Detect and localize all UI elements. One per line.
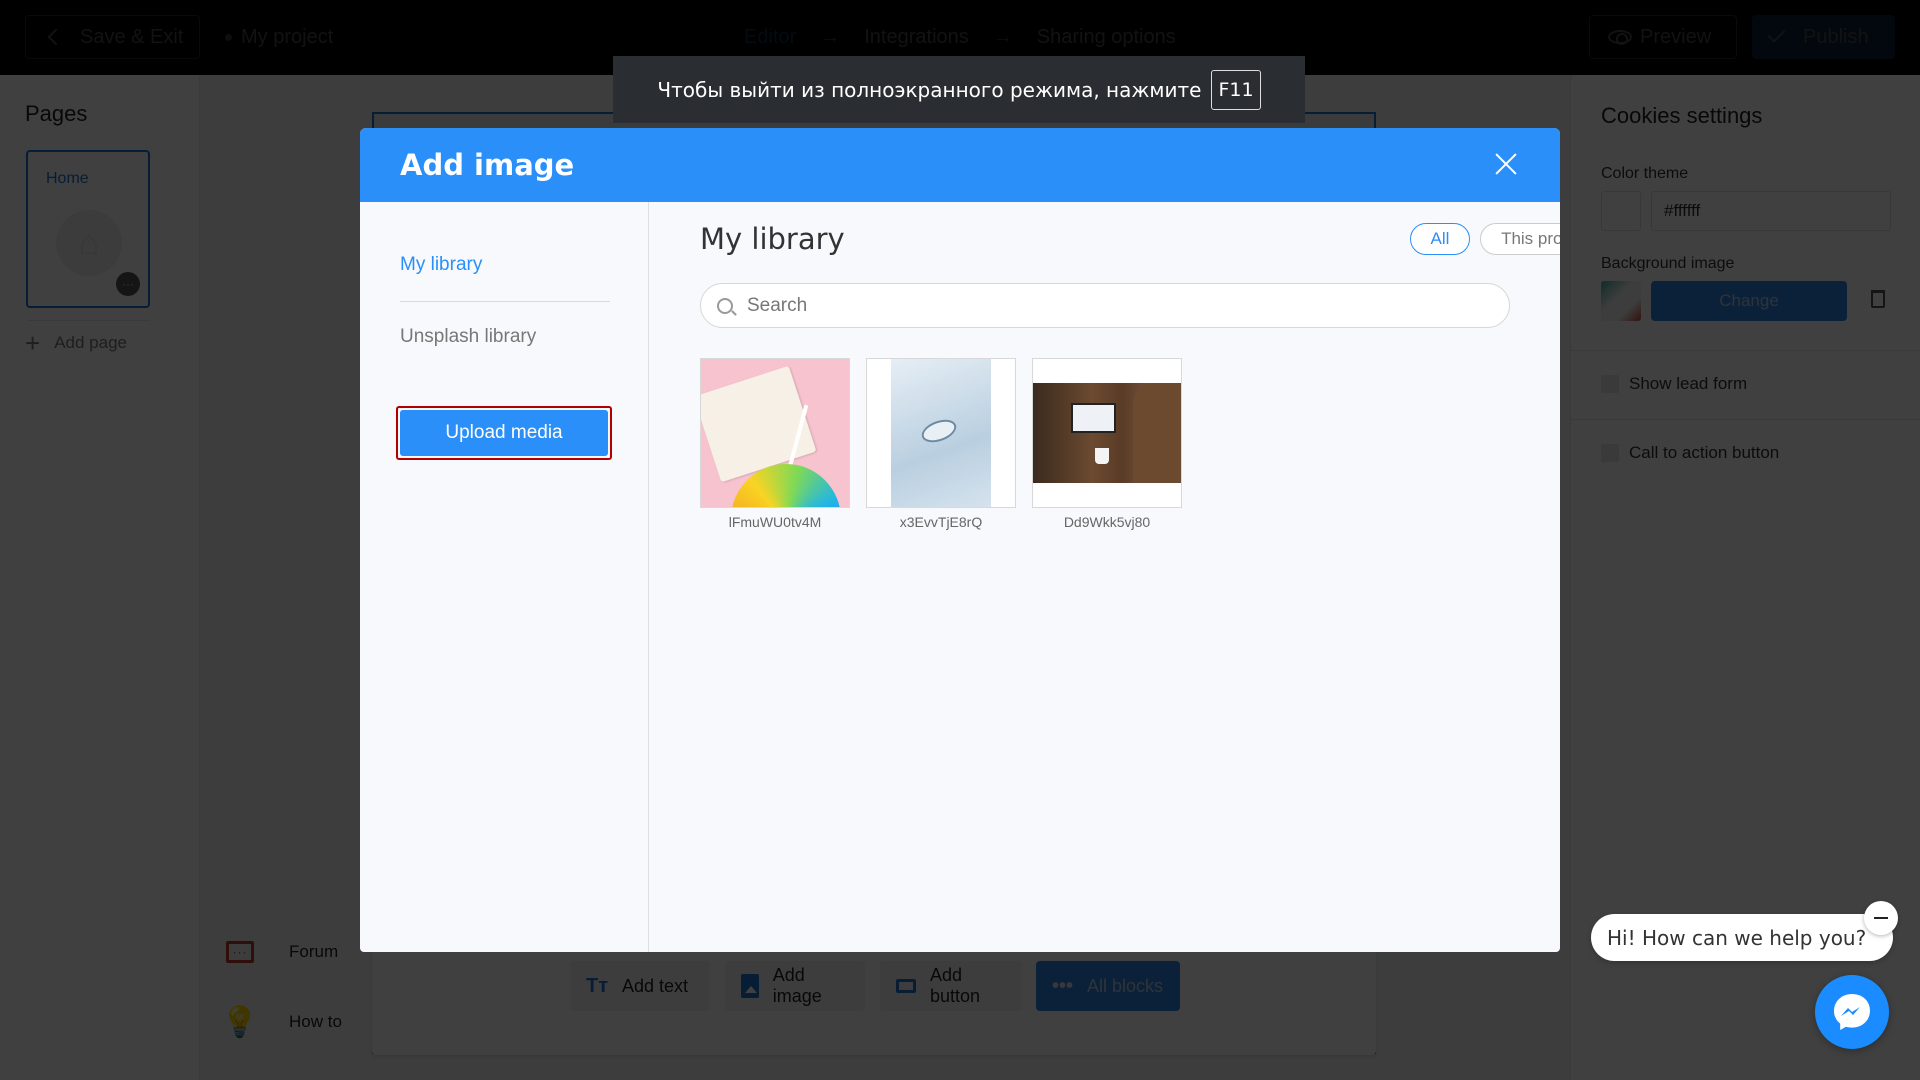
dialog-sidebar: My library Unsplash library Upload media: [360, 202, 649, 952]
image-name: Dd9Wkk5vj80: [1063, 514, 1151, 530]
image-grid: lFmuWU0tv4M x3EvvTjE8rQ Dd9Wkk5vj80: [700, 358, 1182, 530]
library-content: My library All This project lFmuWU0tv4M …: [650, 202, 1560, 952]
filter-this-project[interactable]: This project: [1480, 223, 1560, 255]
search-icon: [717, 297, 733, 314]
sidebar-item-unsplash-library[interactable]: Unsplash library: [400, 326, 536, 348]
add-image-dialog: Add image My library Unsplash library Up…: [360, 128, 1560, 952]
chat-greeting-bubble[interactable]: Hi! How can we help you?: [1591, 914, 1893, 961]
close-icon[interactable]: [1490, 148, 1522, 180]
upload-media-highlight: Upload media: [396, 406, 612, 460]
image-thumbnail: [866, 358, 1016, 508]
image-name: lFmuWU0tv4M: [728, 514, 822, 530]
dialog-title: Add image: [400, 148, 575, 182]
image-thumbnail: [1032, 358, 1182, 508]
image-tile[interactable]: Dd9Wkk5vj80: [1032, 358, 1182, 530]
image-name: x3EvvTjE8rQ: [899, 514, 983, 530]
dialog-header: Add image: [360, 128, 1560, 202]
image-thumbnail: [700, 358, 850, 508]
search-field[interactable]: [700, 283, 1510, 328]
sidebar-item-my-library[interactable]: My library: [400, 254, 482, 276]
fullscreen-exit-toast: Чтобы выйти из полноэкранного режима, на…: [613, 56, 1305, 123]
search-input[interactable]: [747, 294, 1507, 317]
minimize-icon[interactable]: [1864, 901, 1898, 935]
image-tile[interactable]: x3EvvTjE8rQ: [866, 358, 1016, 530]
upload-media-button[interactable]: Upload media: [400, 410, 608, 456]
divider: [400, 301, 610, 302]
toast-key: F11: [1211, 69, 1261, 110]
toast-text: Чтобы выйти из полноэкранного режима, на…: [657, 77, 1202, 102]
library-title: My library: [700, 222, 845, 256]
filter-all[interactable]: All: [1410, 223, 1470, 255]
image-tile[interactable]: lFmuWU0tv4M: [700, 358, 850, 530]
chat-greeting-text: Hi! How can we help you?: [1607, 925, 1867, 950]
messenger-icon: [1834, 994, 1870, 1030]
messenger-chat-button[interactable]: [1815, 975, 1889, 1049]
